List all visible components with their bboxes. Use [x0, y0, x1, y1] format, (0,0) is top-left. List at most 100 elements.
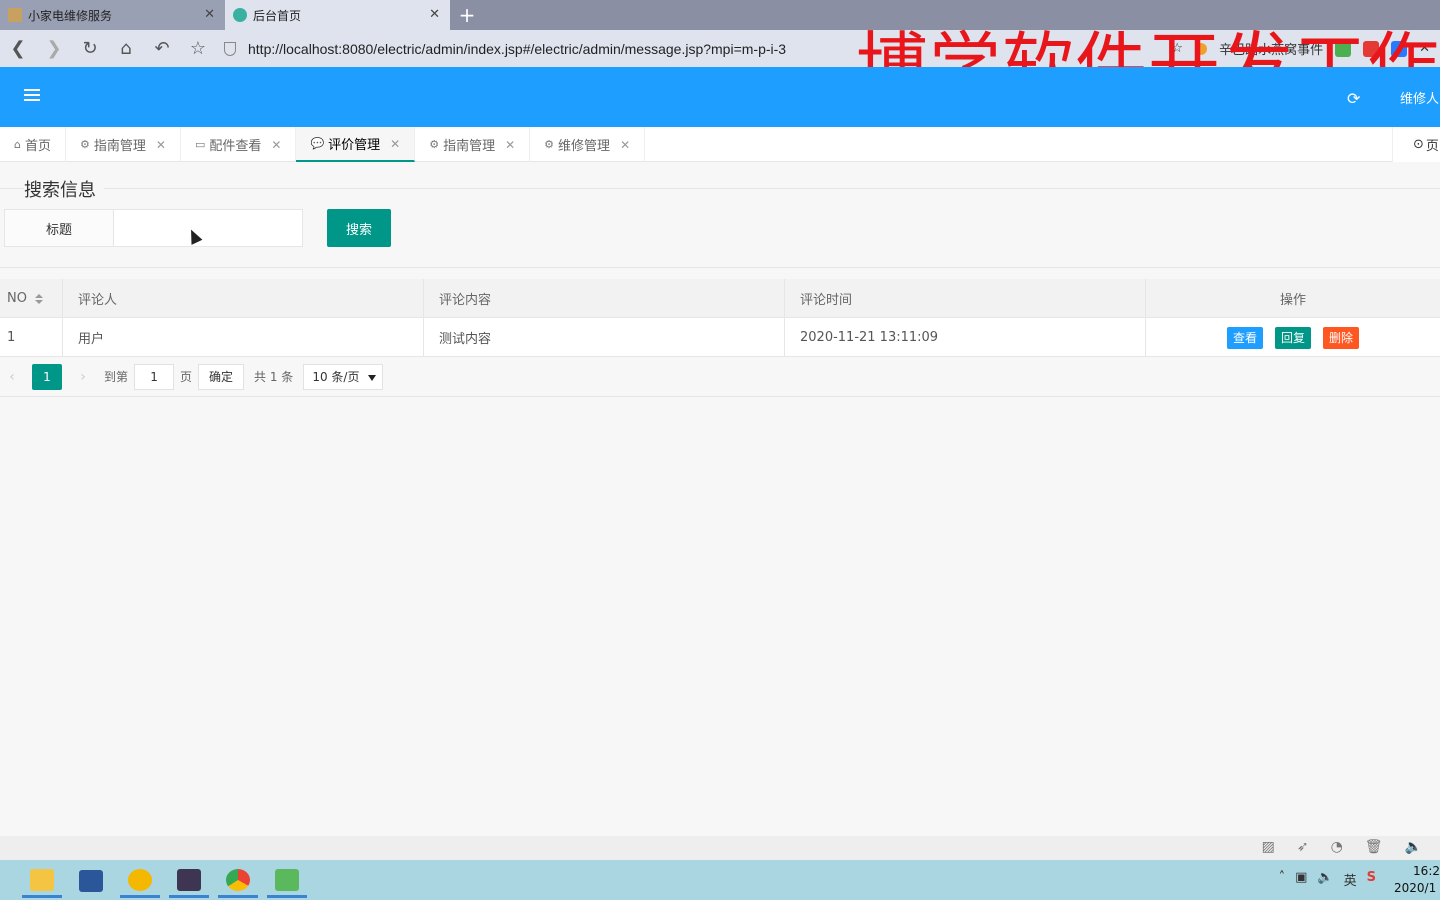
address-bar-row: ❮ ❯ ↻ ⌂ ↶ ☆ http://localhost:8080/electr… [0, 26, 1440, 106]
view-button[interactable]: 查看 [1226, 326, 1263, 349]
search-legend: 搜索信息 [24, 176, 104, 202]
speed-icon[interactable]: ◔ [1331, 839, 1343, 855]
extension-game-icon[interactable] [1363, 40, 1380, 57]
game-app-icon[interactable] [169, 864, 209, 898]
goto-suffix: 页 [180, 370, 193, 384]
site-favicon-icon [233, 8, 247, 22]
page-tabs: ⌂ 首页 ⚙ 指南管理 ✕ ▭ 配件查看 ✕ 💬 评价管理 ✕ ⚙ 指南管理 ✕… [0, 127, 1440, 162]
goto-page-input[interactable]: 1 [134, 363, 175, 390]
input-method-icon[interactable]: 英 [1344, 870, 1357, 889]
image-icon[interactable]: ▨ [1262, 839, 1275, 855]
clock-time: 16:2 [1413, 864, 1440, 878]
chat-app-icon[interactable] [120, 864, 160, 898]
extension-news-text[interactable]: 辛巴踏水燕窝事件 [1219, 39, 1323, 58]
bookmark-star-icon[interactable]: ☆ [180, 30, 216, 67]
trash-icon[interactable]: 🗑 [1365, 839, 1383, 855]
cell-commenter: 用户 [63, 318, 424, 357]
tab-label: 首页 [24, 139, 51, 154]
pagination: ‹ 1 › 到第 1 页 确定 共 1 条 10 条/页 [0, 357, 1440, 397]
page-operations-button[interactable]: ⊙ 页 [1392, 127, 1440, 162]
url-text: http://localhost:8080/electric/admin/ind… [248, 40, 787, 57]
close-tab-icon[interactable]: ✕ [505, 138, 515, 152]
gears-icon: ⚙ [80, 138, 90, 151]
app-header: ⟳ 维修人 [0, 67, 1440, 127]
new-tab-button[interactable]: + [450, 0, 484, 30]
close-tab-icon[interactable]: ✕ [620, 138, 630, 152]
cell-content: 测试内容 [424, 318, 785, 357]
camera-icon[interactable]: ▣ [1295, 870, 1307, 889]
chevron-up-icon[interactable]: ˄ [1279, 870, 1286, 889]
close-tab-icon[interactable]: ✕ [429, 7, 440, 22]
close-tab-icon[interactable]: ✕ [156, 138, 166, 152]
rocket-icon[interactable]: ➶ [1297, 839, 1309, 855]
user-name[interactable]: 维修人 [1400, 88, 1439, 107]
tab-home[interactable]: ⌂ 首页 [0, 127, 66, 162]
refresh-icon[interactable]: ⟳ [1347, 89, 1360, 108]
tab-review-management[interactable]: 💬 评价管理 ✕ [296, 127, 416, 162]
main-content: 搜索信息 标题 搜索 NO 评论人 评论内容 评论时间 操作 1 用户 测试内容… [0, 162, 1440, 836]
forward-icon[interactable]: ❯ [36, 30, 72, 67]
close-tab-icon[interactable]: ✕ [271, 138, 281, 152]
tab-label: 指南管理 [93, 139, 146, 154]
prev-page-icon[interactable]: ‹ [0, 369, 24, 385]
tab-repair-management[interactable]: ⚙ 维修管理 ✕ [530, 127, 646, 162]
back-icon[interactable]: ❮ [0, 30, 36, 67]
star-icon[interactable]: ☆ [1171, 41, 1183, 56]
delete-button[interactable]: 删除 [1323, 326, 1360, 349]
volume-icon[interactable]: 🔈 [1317, 870, 1333, 889]
gears-icon: ⚙ [429, 138, 440, 151]
column-header-actions: 操作 [1279, 293, 1306, 308]
browser-tab-2[interactable]: 后台首页 ✕ [225, 0, 450, 30]
undo-icon[interactable]: ↶ [144, 30, 180, 67]
page-size-select[interactable]: 10 条/页 [303, 363, 384, 390]
browser-tab-1[interactable]: 小家电维修服务 ✕ [0, 0, 225, 30]
tab-parts-view[interactable]: ▭ 配件查看 ✕ [181, 127, 297, 162]
browser-tab-title: 后台首页 [253, 8, 302, 23]
page-operations-label: 页 [1425, 139, 1439, 154]
column-header-time: 评论时间 [785, 279, 1146, 318]
tab-guide-management-2[interactable]: ⚙ 指南管理 ✕ [415, 127, 531, 162]
browser-tab-strip: 小家电维修服务 ✕ 后台首页 ✕ + [0, 0, 1440, 30]
file-explorer-icon[interactable] [22, 864, 62, 898]
goto-prefix: 到第 [104, 370, 129, 384]
menu-toggle-icon[interactable] [24, 89, 40, 103]
tab-guide-management[interactable]: ⚙ 指南管理 ✕ [66, 127, 181, 162]
cell-time: 2020-11-21 13:11:09 [785, 318, 1146, 357]
tab-label: 指南管理 [443, 139, 496, 154]
url-field[interactable]: http://localhost:8080/electric/admin/ind… [224, 41, 786, 57]
current-page[interactable]: 1 [32, 363, 62, 390]
sort-icon[interactable] [34, 293, 43, 304]
extension-green-icon[interactable] [1335, 40, 1352, 57]
goto-confirm-button[interactable]: 确定 [198, 363, 245, 390]
review-table: NO 评论人 评论内容 评论时间 操作 1 用户 测试内容 2020-11-21… [0, 279, 1440, 357]
reply-button[interactable]: 回复 [1274, 326, 1311, 349]
search-button[interactable]: 搜索 [327, 209, 391, 247]
browser-app-icon[interactable] [218, 864, 258, 898]
site-favicon-icon [8, 8, 22, 22]
extension-icon[interactable] [1195, 42, 1208, 55]
next-page-icon[interactable]: › [68, 369, 98, 385]
system-clock[interactable]: 16:2 2020/1 [1394, 863, 1440, 897]
tab-label: 配件查看 [209, 139, 262, 154]
home-icon[interactable]: ⌂ [108, 30, 144, 67]
close-tab-icon[interactable]: ✕ [204, 7, 215, 22]
title-search-input[interactable] [113, 209, 303, 247]
home-icon: ⌂ [14, 138, 21, 151]
shield-icon [224, 41, 236, 56]
speaker-icon[interactable]: 🔈 [1405, 839, 1422, 855]
close-tab-icon[interactable]: ✕ [390, 137, 400, 151]
total-count: 共 1 条 [254, 370, 294, 384]
cogs-icon: ⚙ [544, 138, 555, 151]
card-icon: ▭ [194, 138, 206, 151]
column-header-no[interactable]: NO [0, 279, 63, 318]
extension-blue-icon[interactable] [1391, 40, 1408, 57]
caret-down-icon [368, 374, 377, 381]
comment-icon: 💬 [310, 137, 325, 150]
notepad-app-icon[interactable] [267, 864, 307, 898]
fieldset-bottom-border [0, 267, 1440, 268]
reload-icon[interactable]: ↻ [72, 30, 108, 67]
tab-label: 维修管理 [558, 139, 611, 154]
sogou-icon[interactable]: S [1367, 870, 1376, 889]
word-icon[interactable] [71, 864, 111, 898]
close-icon[interactable]: ✕ [1419, 41, 1430, 56]
